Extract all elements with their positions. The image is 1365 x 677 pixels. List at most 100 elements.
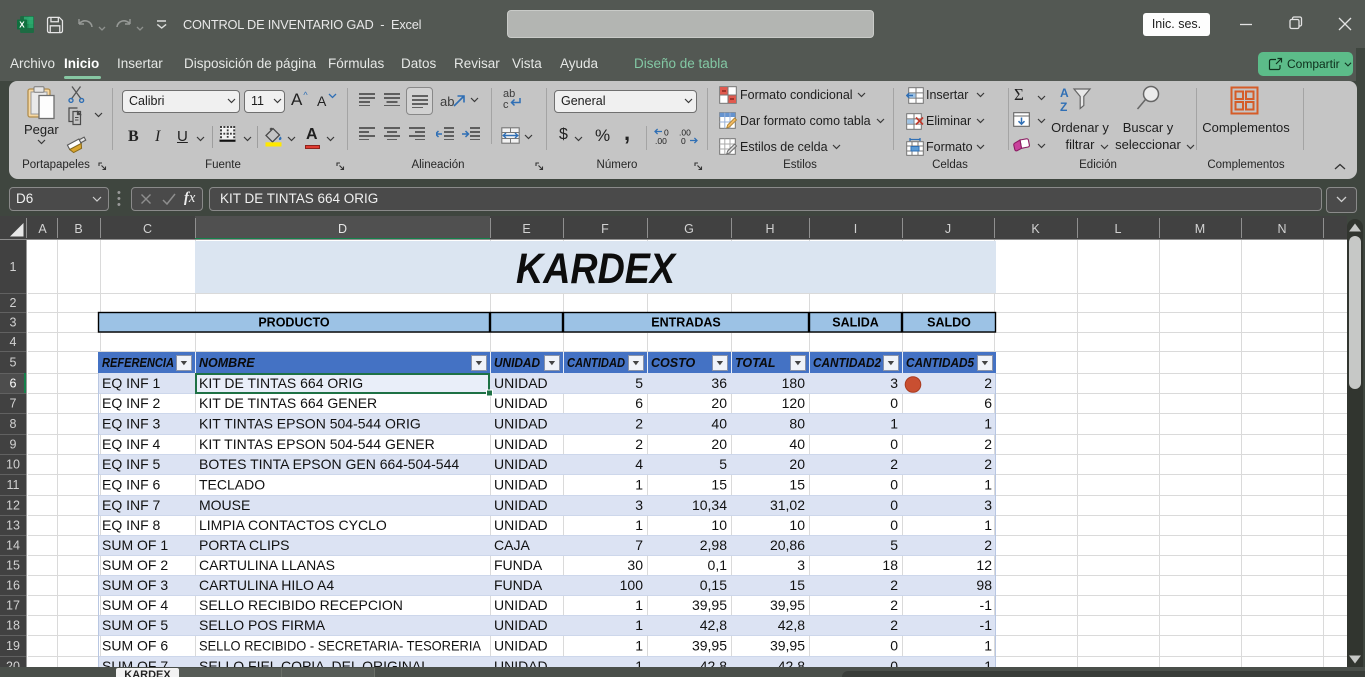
svg-text:J: J bbox=[945, 222, 951, 236]
svg-text:6: 6 bbox=[635, 395, 643, 411]
svg-text:A: A bbox=[1060, 86, 1069, 100]
svg-text:FUNDA: FUNDA bbox=[494, 557, 543, 573]
svg-text:5: 5 bbox=[635, 375, 643, 391]
svg-text:1: 1 bbox=[635, 638, 643, 654]
svg-text:LIMPIA CONTACTOS CYCLO: LIMPIA CONTACTOS CYCLO bbox=[199, 517, 387, 533]
svg-text:ENTRADAS: ENTRADAS bbox=[651, 316, 720, 330]
svg-text:9: 9 bbox=[10, 438, 17, 452]
svg-text:EQ INF 1: EQ INF 1 bbox=[102, 375, 161, 391]
svg-text:2: 2 bbox=[890, 456, 898, 472]
svg-text:3: 3 bbox=[635, 497, 643, 513]
svg-text:39,95: 39,95 bbox=[770, 597, 805, 613]
svg-text:SUM OF 3: SUM OF 3 bbox=[102, 577, 168, 593]
svg-text:SALIDA: SALIDA bbox=[832, 316, 879, 330]
svg-text:0: 0 bbox=[890, 517, 898, 533]
svg-text:14: 14 bbox=[6, 539, 20, 553]
svg-text:0: 0 bbox=[890, 395, 898, 411]
svg-text:KIT TINTAS EPSON 504-544 ORIG: KIT TINTAS EPSON 504-544 ORIG bbox=[199, 416, 421, 432]
svg-text:PORTA CLIPS: PORTA CLIPS bbox=[199, 537, 290, 553]
svg-text:E: E bbox=[522, 222, 530, 236]
svg-text:D: D bbox=[338, 222, 347, 236]
svg-text:UNIDAD: UNIDAD bbox=[494, 395, 548, 411]
svg-text:0: 0 bbox=[890, 497, 898, 513]
svg-text:UNIDAD: UNIDAD bbox=[494, 356, 540, 370]
svg-text:17: 17 bbox=[6, 599, 20, 613]
svg-text:7: 7 bbox=[10, 397, 17, 411]
svg-text:2: 2 bbox=[10, 296, 17, 310]
svg-text:c: c bbox=[503, 99, 509, 110]
svg-text:X: X bbox=[19, 20, 25, 29]
svg-text:16: 16 bbox=[6, 579, 20, 593]
svg-text:15: 15 bbox=[789, 577, 805, 593]
svg-text:SELLO RECIBIDO RECEPCION: SELLO RECIBIDO RECEPCION bbox=[199, 597, 403, 613]
svg-text:N: N bbox=[1277, 222, 1286, 236]
svg-text:REFERENCIA: REFERENCIA bbox=[102, 356, 174, 370]
svg-text:20,86: 20,86 bbox=[770, 537, 805, 553]
svg-text:10,34: 10,34 bbox=[692, 497, 727, 513]
svg-text:30: 30 bbox=[627, 557, 643, 573]
svg-text:SALDO: SALDO bbox=[927, 316, 971, 330]
svg-text:I: I bbox=[854, 222, 857, 236]
svg-text:SUM OF 6: SUM OF 6 bbox=[102, 638, 168, 654]
svg-text:180: 180 bbox=[782, 375, 806, 391]
svg-text:1: 1 bbox=[635, 477, 643, 493]
svg-text:1: 1 bbox=[635, 617, 643, 633]
svg-text:3: 3 bbox=[10, 316, 17, 330]
svg-text:1: 1 bbox=[10, 260, 17, 274]
svg-text:3: 3 bbox=[797, 557, 805, 573]
svg-text:MOUSE: MOUSE bbox=[199, 497, 250, 513]
svg-text:1: 1 bbox=[635, 658, 643, 667]
svg-text:K: K bbox=[1031, 222, 1040, 236]
svg-text:1: 1 bbox=[635, 597, 643, 613]
svg-text:10: 10 bbox=[711, 517, 727, 533]
svg-text:SUM OF 4: SUM OF 4 bbox=[102, 597, 168, 613]
svg-text:UNIDAD: UNIDAD bbox=[494, 436, 548, 452]
svg-text:CARTULINA HILO A4: CARTULINA HILO A4 bbox=[199, 577, 334, 593]
svg-text:PRODUCTO: PRODUCTO bbox=[258, 316, 330, 330]
svg-text:18: 18 bbox=[6, 619, 20, 633]
svg-text:10: 10 bbox=[6, 458, 20, 472]
svg-text:6: 6 bbox=[10, 377, 17, 391]
svg-text:UNIDAD: UNIDAD bbox=[494, 497, 548, 513]
svg-text:EQ INF 5: EQ INF 5 bbox=[102, 456, 161, 472]
svg-text:SUM OF 2: SUM OF 2 bbox=[102, 557, 168, 573]
svg-text:C: C bbox=[143, 222, 152, 236]
svg-text:20: 20 bbox=[6, 660, 20, 668]
svg-text:UNIDAD: UNIDAD bbox=[494, 617, 548, 633]
svg-text:0,15: 0,15 bbox=[700, 577, 727, 593]
svg-text:KIT DE TINTAS 664 ORIG: KIT DE TINTAS 664 ORIG bbox=[199, 375, 363, 391]
svg-text:BOTES TINTA EPSON GEN 664-504-: BOTES TINTA EPSON GEN 664-504-544 bbox=[199, 456, 459, 472]
svg-text:40: 40 bbox=[789, 436, 805, 452]
svg-text:2: 2 bbox=[984, 375, 992, 391]
svg-text:UNIDAD: UNIDAD bbox=[494, 597, 548, 613]
svg-text:M: M bbox=[1195, 222, 1205, 236]
svg-text:EQ INF 8: EQ INF 8 bbox=[102, 517, 161, 533]
svg-text:39,95: 39,95 bbox=[770, 638, 805, 654]
svg-text:0: 0 bbox=[890, 638, 898, 654]
svg-text:SUM OF 5: SUM OF 5 bbox=[102, 617, 168, 633]
svg-text:KIT DE TINTAS 664 GENER: KIT DE TINTAS 664 GENER bbox=[199, 395, 377, 411]
svg-text:42,8: 42,8 bbox=[700, 658, 727, 667]
svg-text:2: 2 bbox=[890, 577, 898, 593]
svg-text:1: 1 bbox=[635, 517, 643, 533]
svg-text:15: 15 bbox=[6, 559, 20, 573]
svg-text:7: 7 bbox=[635, 537, 643, 553]
svg-text:8: 8 bbox=[10, 417, 17, 431]
svg-text:1: 1 bbox=[890, 416, 898, 432]
svg-text:42,8: 42,8 bbox=[700, 617, 727, 633]
svg-text:1: 1 bbox=[984, 638, 992, 654]
svg-text:20: 20 bbox=[711, 395, 727, 411]
svg-text:15: 15 bbox=[711, 477, 727, 493]
svg-text:G: G bbox=[684, 222, 694, 236]
svg-text:31,02: 31,02 bbox=[770, 497, 805, 513]
svg-text:2: 2 bbox=[984, 456, 992, 472]
svg-text:SELLO POS FIRMA: SELLO POS FIRMA bbox=[199, 617, 326, 633]
svg-text:2: 2 bbox=[984, 537, 992, 553]
svg-text:NOMBRE: NOMBRE bbox=[199, 356, 255, 370]
svg-text:2: 2 bbox=[890, 597, 898, 613]
svg-text:20: 20 bbox=[711, 436, 727, 452]
svg-text:20: 20 bbox=[789, 456, 805, 472]
svg-text:1: 1 bbox=[984, 658, 992, 667]
svg-text:5: 5 bbox=[719, 456, 727, 472]
svg-text:15: 15 bbox=[789, 477, 805, 493]
